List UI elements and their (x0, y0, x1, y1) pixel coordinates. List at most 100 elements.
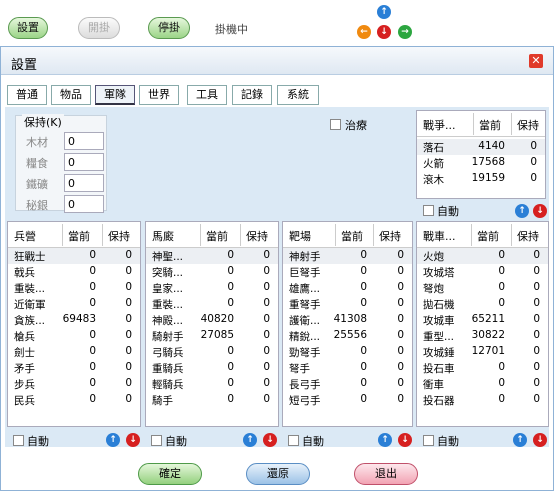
tab-log[interactable]: 記錄 (232, 85, 272, 105)
table-row[interactable]: 輕騎兵 0 0 (146, 376, 278, 392)
table-row[interactable]: 狂戰士 0 0 (8, 248, 140, 264)
table-row[interactable]: 矛手 0 0 (8, 360, 140, 376)
table-row[interactable]: 雄鷹... 0 0 (283, 280, 412, 296)
tab-normal[interactable]: 普通 (7, 85, 47, 105)
table-row[interactable]: 精銳... 25556 0 (283, 328, 412, 344)
wood-input[interactable]: 0 (64, 132, 104, 150)
table-row[interactable]: 巨弩手 0 0 (283, 264, 412, 280)
table-row[interactable]: 落石 4140 0 (417, 139, 545, 155)
table-row[interactable]: 槍兵 0 0 (8, 328, 140, 344)
table-row[interactable]: 神殿... 40820 0 (146, 312, 278, 328)
column-header[interactable]: 馬廄 (152, 228, 174, 244)
barracks-auto-checkbox[interactable] (13, 435, 24, 446)
column-header[interactable]: 靶場 (289, 228, 311, 244)
table-row[interactable]: 投石器 0 0 (417, 392, 548, 408)
tab-system[interactable]: 系統 (277, 85, 319, 105)
close-icon[interactable]: ✕ (529, 54, 543, 68)
workshop-down-icon[interactable]: ↓ (533, 433, 547, 447)
column-header[interactable]: 戰車... (423, 228, 456, 244)
workshop-up-icon[interactable]: ↑ (513, 433, 527, 447)
barracks-up-icon[interactable]: ↑ (106, 433, 120, 447)
table-row[interactable]: 弓騎兵 0 0 (146, 344, 278, 360)
stable-down-icon[interactable]: ↓ (263, 433, 277, 447)
tab-items[interactable]: 物品 (51, 85, 91, 105)
column-header[interactable]: 當前 (341, 228, 363, 244)
table-row[interactable]: 神射手 0 0 (283, 248, 412, 264)
nav-left-icon[interactable]: ← (357, 25, 371, 39)
table-row[interactable]: 重裝... 0 0 (146, 296, 278, 312)
food-input[interactable]: 0 (64, 153, 104, 171)
column-header[interactable]: 當前 (477, 228, 499, 244)
table-cell: 0 (125, 393, 132, 405)
mithril-input[interactable]: 0 (64, 195, 104, 213)
ok-button[interactable]: 確定 (138, 463, 202, 485)
war-down-icon[interactable]: ↓ (533, 204, 547, 218)
barracks-down-icon[interactable]: ↓ (126, 433, 140, 447)
table-row[interactable]: 重裝... 0 0 (8, 280, 140, 296)
exit-button[interactable]: 退出 (354, 463, 418, 485)
table-row[interactable]: 衝車 0 0 (417, 376, 548, 392)
column-header[interactable]: 當前 (68, 228, 90, 244)
range-down-icon[interactable]: ↓ (398, 433, 412, 447)
column-header[interactable]: 兵營 (14, 228, 36, 244)
stop-hang-button[interactable]: 停掛 (148, 17, 190, 39)
table-row[interactable]: 攻城車 65211 0 (417, 312, 548, 328)
war-up-icon[interactable]: ↑ (515, 204, 529, 218)
table-row[interactable]: 攻城錘 12701 0 (417, 344, 548, 360)
range-up-icon[interactable]: ↑ (378, 433, 392, 447)
heal-checkbox[interactable] (330, 119, 341, 130)
table-row[interactable]: 勁弩手 0 0 (283, 344, 412, 360)
table-row[interactable]: 劍士 0 0 (8, 344, 140, 360)
table-cell: 0 (530, 140, 537, 152)
table-row[interactable]: 重騎兵 0 0 (146, 360, 278, 376)
table-row[interactable]: 皇家... 0 0 (146, 280, 278, 296)
nav-right-icon[interactable]: → (398, 25, 412, 39)
table-row[interactable]: 拋石機 0 0 (417, 296, 548, 312)
table-row[interactable]: 神聖... 0 0 (146, 248, 278, 264)
column-header[interactable]: 當前 (479, 117, 501, 133)
column-header[interactable]: 保持 (517, 117, 539, 133)
table-row[interactable]: 戟兵 0 0 (8, 264, 140, 280)
table-row[interactable]: 火箭 17568 0 (417, 155, 545, 171)
table-row[interactable]: 投石車 0 0 (417, 360, 548, 376)
table-row[interactable]: 民兵 0 0 (8, 392, 140, 408)
range-auto-checkbox[interactable] (288, 435, 299, 446)
table-row[interactable]: 騎手 0 0 (146, 392, 278, 408)
table-row[interactable]: 滾木 19159 0 (417, 171, 545, 187)
table-row[interactable]: 重弩手 0 0 (283, 296, 412, 312)
nav-down-icon[interactable]: ↓ (377, 25, 391, 39)
tab-army[interactable]: 軍隊 (95, 85, 135, 105)
column-header[interactable]: 保持 (108, 228, 130, 244)
stable-up-icon[interactable]: ↑ (243, 433, 257, 447)
table-row[interactable]: 弩炮 0 0 (417, 280, 548, 296)
table-row[interactable]: 突騎... 0 0 (146, 264, 278, 280)
restore-button[interactable]: 還原 (246, 463, 310, 485)
tab-tools[interactable]: 工具 (187, 85, 227, 105)
tab-world[interactable]: 世界 (139, 85, 179, 105)
iron-input[interactable]: 0 (64, 174, 104, 192)
start-hang-button[interactable]: 開掛 (78, 17, 120, 39)
stable-auto-checkbox[interactable] (151, 435, 162, 446)
table-row[interactable]: 騎射手 27085 0 (146, 328, 278, 344)
table-row[interactable]: 重型... 30822 0 (417, 328, 548, 344)
table-row[interactable]: 近衛軍 0 0 (8, 296, 140, 312)
column-header[interactable]: 保持 (246, 228, 268, 244)
table-row[interactable]: 弩手 0 0 (283, 360, 412, 376)
table-row[interactable]: 攻城塔 0 0 (417, 264, 548, 280)
column-header[interactable]: 戰爭... (423, 117, 456, 133)
table-row[interactable]: 貪族... 69483 0 (8, 312, 140, 328)
column-header[interactable]: 當前 (206, 228, 228, 244)
table-row[interactable]: 護衛... 41308 0 (283, 312, 412, 328)
table-cell: 0 (397, 377, 404, 389)
workshop-auto-checkbox[interactable] (423, 435, 434, 446)
table-cell: 貪族... (14, 315, 46, 327)
nav-up-icon[interactable]: ↑ (377, 5, 391, 19)
table-row[interactable]: 火炮 0 0 (417, 248, 548, 264)
war-auto-checkbox[interactable] (423, 205, 434, 216)
table-row[interactable]: 步兵 0 0 (8, 376, 140, 392)
column-header[interactable]: 保持 (379, 228, 401, 244)
table-row[interactable]: 短弓手 0 0 (283, 392, 412, 408)
setting-button[interactable]: 設置 (8, 17, 48, 39)
column-header[interactable]: 保持 (517, 228, 539, 244)
table-row[interactable]: 長弓手 0 0 (283, 376, 412, 392)
